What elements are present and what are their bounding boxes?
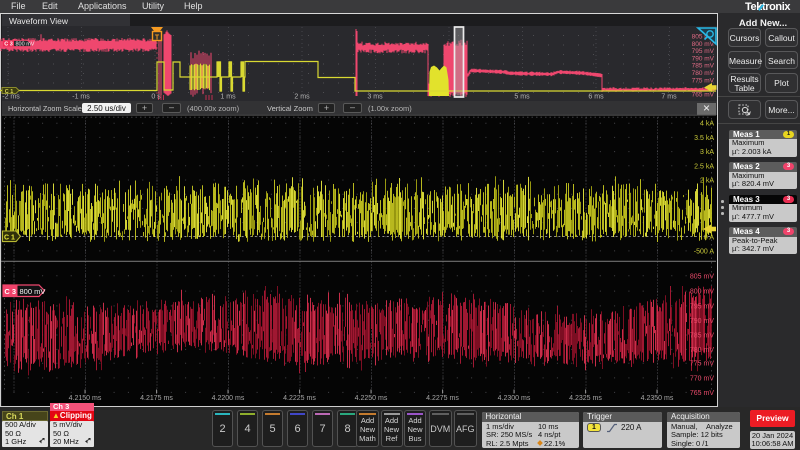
svg-text:805 mV: 805 mV xyxy=(690,273,714,280)
svg-text:4.2275 ms: 4.2275 ms xyxy=(426,395,459,402)
svg-text:4.2225 ms: 4.2225 ms xyxy=(283,395,316,402)
svg-text:4.2300 ms: 4.2300 ms xyxy=(498,395,531,402)
svg-text:790 mV: 790 mV xyxy=(690,318,714,325)
svg-text:-500 A: -500 A xyxy=(694,248,715,255)
svg-text:800 mV: 800 mV xyxy=(20,287,46,296)
svg-text:3.5 kA: 3.5 kA xyxy=(694,135,714,142)
svg-text:3 kA: 3 kA xyxy=(700,149,714,156)
svg-text:C 3: C 3 xyxy=(4,287,16,296)
svg-text:2 kA: 2 kA xyxy=(700,178,714,185)
svg-text:775 mV: 775 mV xyxy=(690,361,714,368)
svg-text:4.2150 ms: 4.2150 ms xyxy=(69,395,102,402)
svg-text:770 mV: 770 mV xyxy=(690,375,714,382)
svg-text:4.2350 ms: 4.2350 ms xyxy=(641,395,674,402)
svg-text:785 mV: 785 mV xyxy=(690,333,714,340)
svg-text:4.2200 ms: 4.2200 ms xyxy=(212,395,245,402)
svg-text:765 mV: 765 mV xyxy=(690,390,714,397)
svg-text:4.2175 ms: 4.2175 ms xyxy=(140,395,173,402)
svg-text:780 mV: 780 mV xyxy=(690,347,714,354)
svg-text:2.5 kA: 2.5 kA xyxy=(694,163,714,170)
svg-text:4 kA: 4 kA xyxy=(700,121,714,128)
svg-text:795 mV: 795 mV xyxy=(690,303,714,310)
svg-text:C 1: C 1 xyxy=(4,235,15,242)
svg-text:4.2250 ms: 4.2250 ms xyxy=(355,395,388,402)
svg-text:4.2325 ms: 4.2325 ms xyxy=(569,395,602,402)
svg-text:800 mV: 800 mV xyxy=(690,289,714,296)
